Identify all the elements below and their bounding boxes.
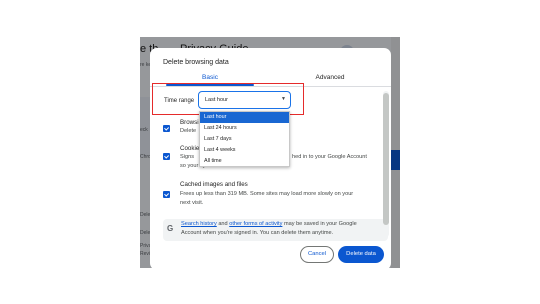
google-note-rest: may be saved in your Google [282,221,357,227]
cached-images-desc-line1: Frees up less than 319 MB. Some sites ma… [180,191,354,197]
dialog-title: Delete browsing data [163,59,229,66]
tab-advanced[interactable]: Advanced [270,74,390,81]
delete-data-button[interactable]: Delete data [338,246,384,263]
cached-images-title: Cached images and files [180,181,248,188]
option-last-4-weeks[interactable]: Last 4 weeks [200,145,289,156]
option-all-time[interactable]: All time [200,156,289,167]
cookies-desc-line1: Signs [180,154,194,160]
dialog-scrollbar[interactable] [383,91,389,237]
browsing-history-desc: Delete [180,128,197,134]
scrollbar-thumb[interactable] [383,93,389,225]
option-last-24-hours[interactable]: Last 24 hours [200,123,289,134]
cookies-desc-right: hed in to your Google Account [292,154,367,160]
cached-images-checkbox[interactable] [163,191,170,198]
google-note-text: Search history and other forms of activi… [181,220,357,238]
search-history-link[interactable]: Search history [181,221,217,227]
google-note-line2: Account when you're signed in. You can d… [181,230,334,236]
google-g-icon: G [167,224,174,233]
option-last-7-days[interactable]: Last 7 days [200,134,289,145]
option-last-hour[interactable]: Last hour [200,112,289,123]
time-range-dropdown: Last hour Last 24 hours Last 7 days Last… [199,111,290,167]
tab-basic[interactable]: Basic [150,74,270,81]
browsing-history-title: Browsi [180,119,199,126]
cached-images-desc-line2: next visit. [180,200,204,206]
browsing-history-checkbox[interactable] [163,125,170,132]
cancel-button[interactable]: Cancel [300,246,334,263]
other-activity-link[interactable]: other forms of activity [229,221,282,227]
cookies-checkbox[interactable] [163,153,170,160]
cookies-title: Cookie [180,145,200,152]
google-note-and: and [216,221,230,227]
google-account-note: G Search history and other forms of acti… [163,219,388,241]
